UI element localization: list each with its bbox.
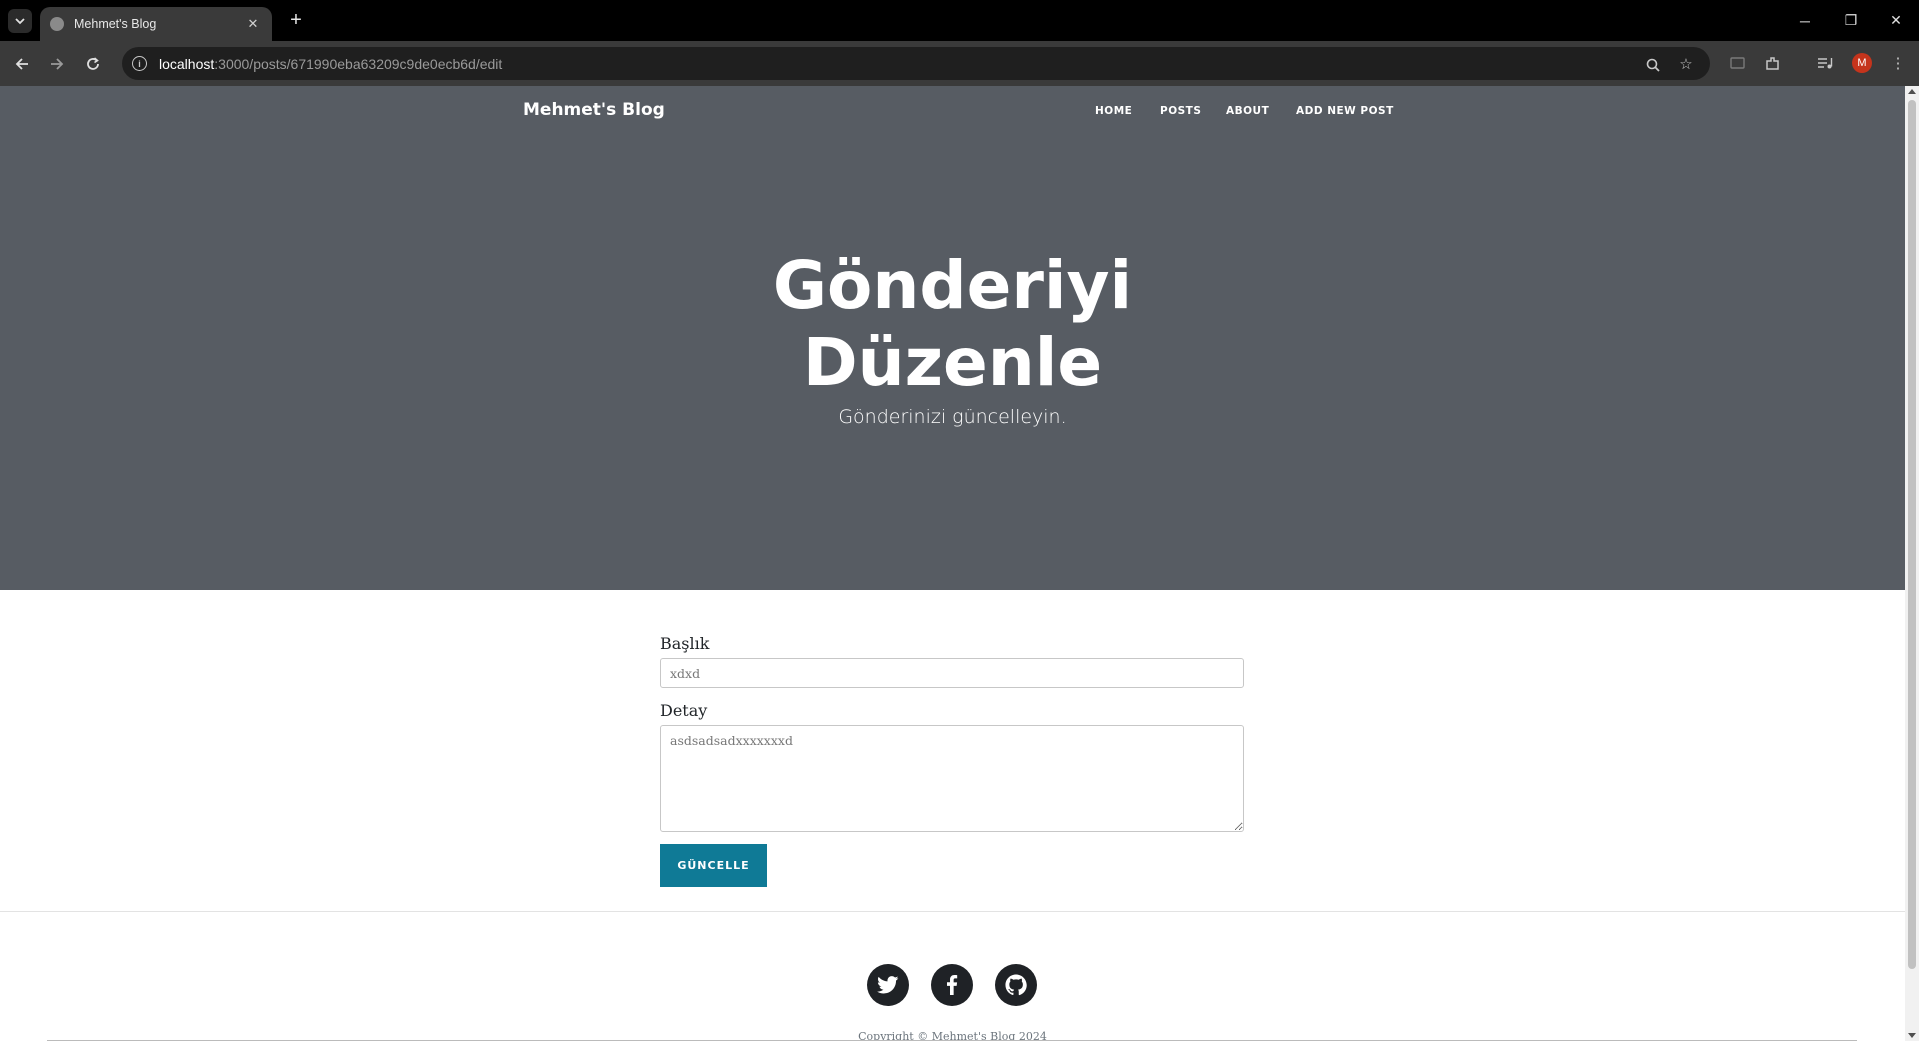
detail-textarea[interactable]: asdsadsadxxxxxxxd xyxy=(660,725,1244,832)
bookmark-star-icon[interactable]: ☆ xyxy=(1676,54,1696,74)
cast-icon[interactable] xyxy=(1725,51,1749,75)
profile-avatar[interactable]: M xyxy=(1852,53,1872,73)
nav-home-link[interactable]: HOME xyxy=(1095,105,1132,117)
new-tab-button[interactable]: + xyxy=(282,8,310,32)
arrow-right-icon xyxy=(51,58,64,70)
scrollbar-thumb[interactable] xyxy=(1908,100,1916,969)
close-window-icon[interactable]: ✕ xyxy=(1873,0,1919,41)
facebook-icon xyxy=(947,975,958,995)
page-title-line-1: Gönderiyi xyxy=(772,247,1133,324)
nav-posts-link[interactable]: POSTS xyxy=(1160,105,1201,117)
arrow-left-icon xyxy=(15,58,28,70)
scroll-up-arrow-icon[interactable] xyxy=(1908,89,1916,94)
reload-icon xyxy=(87,57,99,70)
page-scrollbar[interactable] xyxy=(1905,86,1919,1041)
extensions-icon[interactable] xyxy=(1760,51,1784,75)
masthead: Mehmet's Blog HOME POSTS ABOUT ADD NEW P… xyxy=(0,86,1905,590)
url-path: :3000/posts/671990eba63209c9de0ecb6d/edi… xyxy=(214,55,503,72)
detail-field-label: Detay xyxy=(660,701,708,720)
nav-add-new-post-link[interactable]: ADD NEW POST xyxy=(1296,105,1394,117)
minimize-window-icon[interactable]: ─ xyxy=(1782,0,1828,41)
media-controls-icon[interactable] xyxy=(1813,51,1837,75)
page-title: Gönderiyi Düzenle xyxy=(0,247,1905,401)
url-host: localhost xyxy=(159,55,215,72)
back-button[interactable] xyxy=(9,51,35,77)
facebook-link[interactable] xyxy=(931,964,973,1006)
twitter-link[interactable] xyxy=(867,964,909,1006)
page-viewport: Mehmet's Blog HOME POSTS ABOUT ADD NEW P… xyxy=(0,86,1905,1041)
title-field-label: Başlık xyxy=(660,634,710,653)
page-subtitle: Gönderinizi güncelleyin. xyxy=(838,406,1067,428)
browser-tab-active[interactable]: Mehmet's Blog ✕ xyxy=(40,7,272,41)
github-link[interactable] xyxy=(995,964,1037,1006)
browser-toolbar: i localhost:3000/posts/671990eba63209c9d… xyxy=(0,41,1919,86)
scroll-down-arrow-icon[interactable] xyxy=(1908,1033,1916,1038)
tab-search-button[interactable] xyxy=(8,9,32,33)
edit-post-form: Başlık Detay asdsadsadxxxxxxxd GÜNCELLE xyxy=(660,634,1244,887)
site-brand-link[interactable]: Mehmet's Blog xyxy=(523,100,665,120)
zoom-icon[interactable] xyxy=(1643,55,1663,75)
address-bar[interactable]: i localhost:3000/posts/671990eba63209c9d… xyxy=(122,47,1710,80)
title-input[interactable] xyxy=(660,658,1244,688)
forward-button[interactable] xyxy=(44,51,70,77)
browser-tab-strip: Mehmet's Blog ✕ + ─ ❐ ✕ xyxy=(0,0,1919,41)
page-title-line-2: Düzenle xyxy=(802,324,1103,401)
reload-button[interactable] xyxy=(80,51,106,77)
site-info-icon[interactable]: i xyxy=(132,56,147,71)
footer-divider xyxy=(0,911,1905,912)
github-icon xyxy=(1005,974,1027,996)
tab-title: Mehmet's Blog xyxy=(74,17,157,31)
update-button[interactable]: GÜNCELLE xyxy=(660,844,767,887)
chevron-down-icon xyxy=(15,18,25,25)
close-tab-icon[interactable]: ✕ xyxy=(244,16,262,32)
twitter-icon xyxy=(877,976,899,994)
browser-menu-icon[interactable]: ⋮ xyxy=(1886,51,1910,75)
globe-icon xyxy=(50,17,64,31)
restore-window-icon[interactable]: ❐ xyxy=(1828,0,1874,41)
nav-about-link[interactable]: ABOUT xyxy=(1226,105,1269,117)
